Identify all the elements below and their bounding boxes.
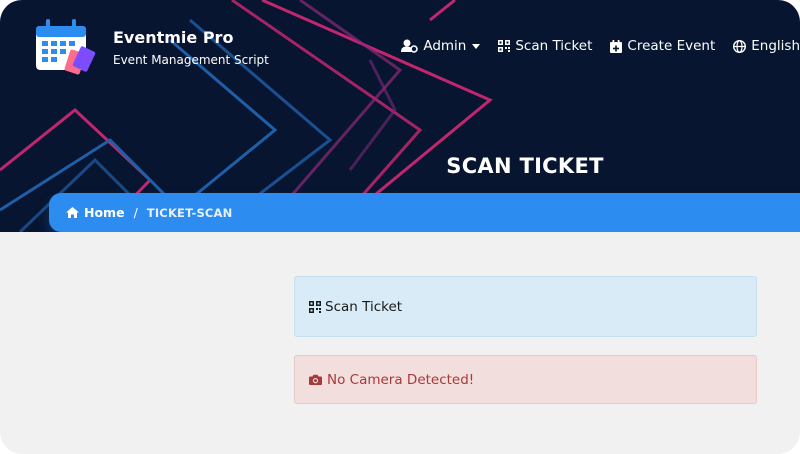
brand-tagline: Event Management Script	[113, 53, 269, 67]
breadcrumb-separator: /	[133, 205, 138, 220]
nav-scan-ticket-label: Scan Ticket	[515, 38, 593, 54]
globe-icon	[733, 39, 747, 53]
chevron-down-icon	[472, 43, 481, 49]
breadcrumb: Home / TICKET-SCAN	[49, 193, 800, 232]
scan-ticket-card-label: Scan Ticket	[325, 298, 403, 315]
calendar-logo-icon	[36, 19, 96, 75]
breadcrumb-home-label: Home	[84, 205, 125, 220]
nav-language-label: English	[751, 38, 800, 54]
nav-create-event[interactable]: Create Event	[610, 38, 715, 54]
page-header: Eventmie Pro Event Management Script Adm…	[0, 0, 800, 232]
nav-create-event-label: Create Event	[627, 38, 716, 54]
brand[interactable]: Eventmie Pro Event Management Script	[34, 16, 269, 80]
top-nav: Admin Scan Ticket Create Event English	[383, 38, 800, 54]
nav-language[interactable]: English	[733, 38, 800, 54]
brand-name: Eventmie Pro	[113, 28, 234, 47]
app-window: Eventmie Pro Event Management Script Adm…	[0, 0, 800, 454]
qrcode-icon	[498, 40, 511, 52]
scan-ticket-card: Scan Ticket	[294, 276, 757, 337]
qrcode-icon	[309, 300, 321, 313]
home-icon	[66, 207, 79, 218]
user-cog-icon	[401, 39, 419, 53]
calendar-plus-icon	[610, 39, 623, 53]
nav-admin[interactable]: Admin	[401, 38, 481, 54]
nav-admin-label: Admin	[423, 38, 467, 54]
camera-alert: No Camera Detected!	[294, 355, 757, 404]
breadcrumb-current: TICKET-SCAN	[146, 205, 233, 220]
breadcrumb-home[interactable]: Home	[66, 205, 125, 220]
page-title: SCAN TICKET	[446, 154, 604, 178]
camera-alert-message: No Camera Detected!	[327, 371, 475, 388]
nav-scan-ticket[interactable]: Scan Ticket	[498, 38, 592, 54]
camera-icon	[309, 374, 322, 385]
